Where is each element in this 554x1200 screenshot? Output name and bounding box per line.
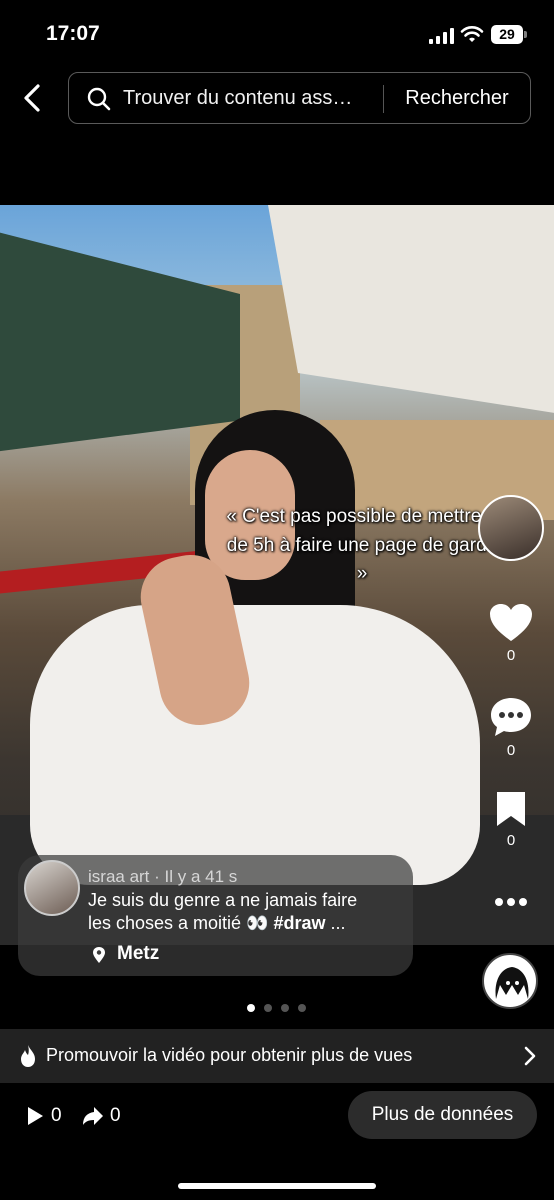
sound-disc-icon[interactable]	[482, 953, 538, 1009]
comment-icon	[491, 698, 531, 736]
promote-banner[interactable]: Promouvoir la vidéo pour obtenir plus de…	[0, 1029, 554, 1083]
post-caption-overlay: « C'est pas possible de mettre + de 5h à…	[226, 506, 498, 584]
like-count: 0	[506, 647, 516, 664]
play-count: 0	[51, 1105, 62, 1126]
more-options-icon[interactable]	[494, 896, 528, 908]
photo-umbrella-left	[0, 225, 240, 455]
status-time: 17:07	[46, 22, 100, 45]
hashtag-link[interactable]: #draw	[273, 913, 325, 933]
photo-umbrella-right	[268, 205, 554, 415]
location-label[interactable]: Metz	[117, 943, 159, 965]
promote-label: Promouvoir la vidéo pour obtenir plus de…	[46, 1045, 413, 1065]
like-button[interactable]: 0	[484, 603, 538, 664]
heart-icon	[490, 604, 532, 641]
post-info-panel[interactable]: israa art · Il y a 41 s Je suis du genre…	[18, 855, 413, 976]
carousel-dot	[298, 1004, 306, 1012]
bookmark-icon	[497, 792, 525, 826]
author-avatar[interactable]	[24, 860, 80, 916]
wifi-icon	[460, 26, 484, 42]
share-count: 0	[110, 1105, 121, 1126]
author-name-time[interactable]: israa art · Il y a 41 s	[88, 867, 237, 887]
battery-icon: 29	[491, 25, 527, 44]
description-text: les choses a moitié 👀	[88, 913, 274, 933]
carousel-dot	[264, 1004, 272, 1012]
cellular-signal-icon	[429, 28, 454, 44]
search-input[interactable]: Trouver du contenu ass…	[123, 87, 381, 110]
location-pin-icon	[93, 947, 105, 963]
chevron-right-icon	[524, 1046, 536, 1066]
comment-button[interactable]: 0	[484, 696, 538, 759]
search-divider	[383, 85, 384, 113]
search-button[interactable]: Rechercher	[387, 87, 527, 110]
photo-shirt	[30, 605, 480, 885]
description-line-2: les choses a moitié 👀 #draw ...	[88, 913, 346, 934]
search-bar[interactable]: Trouver du contenu ass… Rechercher	[68, 72, 531, 124]
flame-icon	[21, 1045, 35, 1067]
search-icon	[87, 87, 111, 111]
comment-count: 0	[506, 742, 516, 759]
play-icon	[28, 1107, 43, 1125]
more-data-button[interactable]: Plus de données	[348, 1091, 537, 1139]
share-icon	[83, 1107, 103, 1125]
carousel-dot	[281, 1004, 289, 1012]
description-line-1: Je suis du genre a ne jamais faire	[88, 890, 358, 910]
save-button[interactable]: 0	[484, 790, 538, 849]
creator-avatar[interactable]	[478, 495, 544, 561]
battery-level: 29	[491, 25, 523, 44]
back-button[interactable]	[16, 80, 52, 116]
status-bar: 17:07 29	[0, 0, 554, 64]
save-count: 0	[506, 832, 516, 849]
description-ellipsis: ...	[325, 913, 346, 933]
home-indicator	[178, 1183, 376, 1189]
carousel-dot-active	[247, 1004, 255, 1012]
